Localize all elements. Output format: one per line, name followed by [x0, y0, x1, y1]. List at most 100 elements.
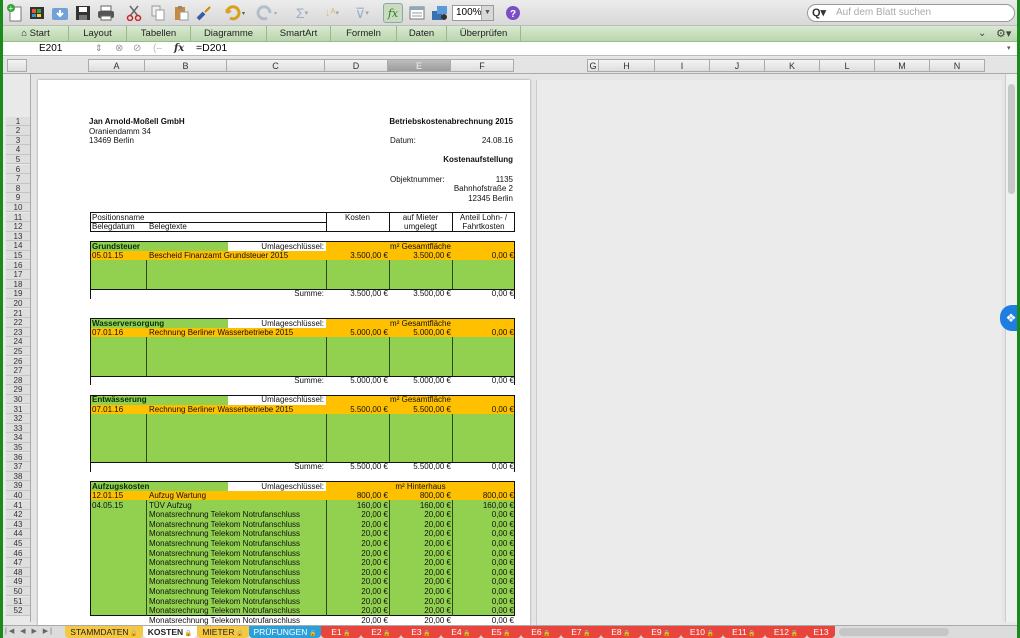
tab-smartart[interactable]: SmartArt — [267, 26, 331, 42]
column-header-b[interactable]: B — [145, 59, 227, 72]
new-document-icon[interactable]: + — [5, 3, 25, 23]
column-header-h[interactable]: H — [599, 59, 655, 72]
horizontal-scroll-thumb[interactable] — [839, 628, 949, 636]
sheet-tab[interactable]: MIETER 🔒 — [197, 626, 249, 638]
name-box[interactable]: E201 — [7, 42, 89, 55]
row-header[interactable]: 18 — [6, 279, 30, 290]
row-header[interactable]: 15 — [6, 250, 30, 261]
vertical-scrollbar[interactable] — [1005, 74, 1017, 622]
row-header[interactable]: 37 — [6, 462, 30, 472]
sheet-tab[interactable]: E5 🔒 — [481, 626, 521, 638]
column-header-f[interactable]: F — [451, 59, 514, 72]
row-header[interactable]: 48 — [6, 567, 30, 578]
row-header[interactable]: 19 — [6, 289, 30, 299]
row-header[interactable]: 44 — [6, 529, 30, 539]
row-header[interactable]: 25 — [6, 346, 30, 357]
cut-icon[interactable] — [124, 3, 144, 23]
vertical-scroll-thumb[interactable] — [1008, 84, 1015, 194]
tab-diagramme[interactable]: Diagramme — [191, 26, 267, 42]
row-header[interactable]: 17 — [6, 270, 30, 280]
help-icon[interactable]: ? — [503, 3, 523, 23]
row-header[interactable]: 12 — [6, 222, 30, 232]
row-header[interactable]: 32 — [6, 414, 30, 424]
undo-icon[interactable]: ▾ — [223, 3, 249, 23]
select-all-button[interactable] — [7, 59, 27, 72]
row-header[interactable]: 46 — [6, 548, 30, 559]
sheet-tab[interactable]: E13 — [807, 626, 835, 638]
row-header[interactable]: 31 — [6, 404, 30, 415]
sheet-nav-buttons[interactable]: |◀ ◀ ▶ ▶| — [5, 626, 54, 638]
row-header[interactable]: 5 — [6, 154, 30, 165]
column-header-i[interactable]: I — [655, 59, 710, 72]
row-header[interactable]: 1 — [6, 116, 30, 127]
row-header[interactable]: 33 — [6, 423, 30, 434]
collapse-ribbon-icon[interactable]: ⌄ — [978, 26, 986, 42]
row-header[interactable]: 38 — [6, 471, 30, 482]
sheet-tab[interactable]: E3 🔒 — [401, 626, 441, 638]
gear-icon[interactable]: ⚙▾ — [996, 26, 1011, 42]
column-header-l[interactable]: L — [820, 59, 875, 72]
row-header[interactable]: 51 — [6, 596, 30, 607]
sheet-tab[interactable]: PRÜFUNGEN 🔒 — [249, 626, 321, 638]
row-header[interactable]: 10 — [6, 202, 30, 213]
column-header-e[interactable]: E — [388, 59, 451, 72]
copy-icon[interactable] — [148, 3, 168, 23]
tab-formeln[interactable]: Formeln — [331, 26, 397, 42]
row-header[interactable]: 9 — [6, 193, 30, 203]
format-painter-icon[interactable] — [194, 3, 214, 23]
autosum-icon[interactable]: Σ ▾ — [289, 3, 315, 23]
column-header-j[interactable]: J — [710, 59, 765, 72]
row-header[interactable]: 4 — [6, 145, 30, 155]
row-header[interactable]: 11 — [6, 212, 30, 223]
formula-builder-icon[interactable]: fx — [383, 3, 403, 23]
cancel-icon[interactable]: ⊗ — [115, 42, 123, 55]
row-header[interactable]: 2 — [6, 126, 30, 136]
sheet-tab[interactable]: KOSTEN 🔒 — [143, 626, 197, 638]
row-header[interactable]: 3 — [6, 135, 30, 146]
row-header[interactable]: 22 — [6, 318, 30, 328]
sheet-tab[interactable]: STAMMDATEN 🔒 — [65, 626, 143, 638]
tab-ueberpruefen[interactable]: Überprüfen — [447, 26, 521, 42]
tab-layout[interactable]: Layout — [69, 26, 127, 42]
sheet-tab[interactable]: E6 🔒 — [521, 626, 561, 638]
row-header[interactable]: 34 — [6, 433, 30, 443]
print-icon[interactable] — [96, 3, 116, 23]
expand-formula-icon[interactable]: ▾ — [1007, 42, 1011, 55]
row-header[interactable]: 14 — [6, 241, 30, 251]
row-header[interactable]: 26 — [6, 356, 30, 367]
row-header[interactable]: 20 — [6, 298, 30, 309]
row-header[interactable]: 8 — [6, 183, 30, 194]
row-header[interactable]: 7 — [6, 174, 30, 184]
row-header[interactable]: 45 — [6, 538, 30, 549]
sheet-tab[interactable]: E12 🔒 — [765, 626, 807, 638]
row-header[interactable]: 13 — [6, 231, 30, 242]
zoom-select[interactable]: 100% ▼ — [452, 5, 494, 21]
insert-function-button[interactable]: fx — [174, 42, 184, 55]
row-header[interactable]: 36 — [6, 452, 30, 463]
row-header[interactable]: 42 — [6, 510, 30, 520]
column-header-k[interactable]: K — [765, 59, 820, 72]
gallery-icon[interactable] — [27, 3, 47, 23]
row-header[interactable]: 40 — [6, 490, 30, 501]
row-header[interactable]: 21 — [6, 308, 30, 319]
column-header-d[interactable]: D — [325, 59, 388, 72]
row-header[interactable]: 52 — [6, 606, 30, 616]
sheet-tab[interactable]: E4 🔒 — [441, 626, 481, 638]
sheet-tab[interactable]: E7 🔒 — [561, 626, 601, 638]
row-header[interactable]: 43 — [6, 519, 30, 530]
row-header[interactable]: 50 — [6, 586, 30, 597]
dropbox-icon[interactable]: ❖ — [1000, 305, 1017, 331]
name-box-stepper-icon[interactable]: ⇕ — [95, 42, 103, 55]
tab-daten[interactable]: Daten — [397, 26, 447, 42]
confirm-icon[interactable]: ⊘ — [133, 42, 141, 55]
row-header[interactable]: 24 — [6, 337, 30, 347]
row-header[interactable]: 6 — [6, 164, 30, 175]
row-header[interactable]: 29 — [6, 385, 30, 395]
row-header[interactable]: 35 — [6, 442, 30, 453]
column-header-m[interactable]: M — [875, 59, 930, 72]
row-header[interactable]: 39 — [6, 481, 30, 491]
column-header-n[interactable]: N — [930, 59, 985, 72]
media-browser-icon[interactable] — [430, 3, 450, 23]
tab-start[interactable]: ⌂ Start — [3, 26, 69, 42]
column-header-a[interactable]: A — [88, 59, 145, 72]
